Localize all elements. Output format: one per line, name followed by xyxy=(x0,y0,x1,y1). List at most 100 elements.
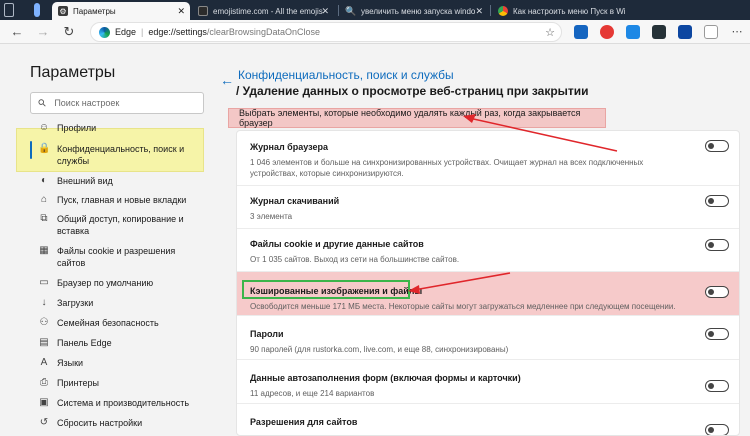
address-bar[interactable]: Edge | edge://settings/clearBrowsingData… xyxy=(90,22,562,42)
toggle-knob xyxy=(708,427,714,433)
sidebar-item-label: Сбросить настройки xyxy=(57,418,143,428)
settings-favicon-icon: ⚙ xyxy=(58,6,68,16)
search-input[interactable] xyxy=(54,98,185,108)
sidebar-item-reset[interactable]: ↺ Сбросить настройки xyxy=(38,417,198,429)
sidebar-item-edge-bar[interactable]: ▤ Панель Edge xyxy=(38,337,198,349)
row-desc: 11 адресов, и еще 214 вариантов xyxy=(250,389,375,398)
sidebar-item-label: Пуск, главная и новые вкладки xyxy=(57,195,187,205)
sidebar-item-label: Профили xyxy=(57,123,97,133)
sidebar-item-languages[interactable]: A Языки xyxy=(38,357,198,369)
emojistime-favicon-icon xyxy=(198,6,208,16)
reset-icon: ↺ xyxy=(39,417,49,428)
edge-logo-icon xyxy=(99,26,110,38)
sidebar-item-share[interactable]: ⧉ Общий доступ, копирование и вставка xyxy=(38,213,198,237)
tab-emojistime[interactable]: emojistime.com - All the emojis ✕ xyxy=(192,2,334,20)
toggle-knob xyxy=(708,331,714,337)
breadcrumb[interactable]: Конфиденциальность, поиск и службы xyxy=(238,68,454,82)
tab-label: emojistime.com - All the emojis xyxy=(213,6,323,16)
back-arrow-icon[interactable]: ← xyxy=(220,72,234,88)
extension-dark-icon[interactable] xyxy=(652,25,666,39)
close-icon[interactable]: ✕ xyxy=(321,6,329,17)
refresh-icon[interactable]: ↻ xyxy=(60,23,78,41)
sidebar-item-label: Браузер по умолчанию xyxy=(57,278,154,288)
sidebar-item-label: Загрузки xyxy=(57,298,94,308)
close-icon[interactable]: ✕ xyxy=(177,6,185,17)
shield-icon[interactable] xyxy=(574,25,588,39)
sidebar-item-label: Панель Edge xyxy=(57,338,112,348)
address-host: edge://settings xyxy=(148,27,207,37)
autofill-toggle[interactable] xyxy=(705,380,729,392)
row-title: Данные автозаполнения форм (включая форм… xyxy=(250,373,521,383)
tab-start-menu[interactable]: Как настроить меню Пуск в Wi xyxy=(492,2,632,20)
collections-icon[interactable] xyxy=(704,25,718,39)
sidebar-item-label: Система и производительность xyxy=(57,398,190,408)
address-scheme: Edge xyxy=(115,27,137,37)
tab-divider xyxy=(490,5,491,16)
tab-settings[interactable]: ⚙ Параметры ✕ xyxy=(52,2,190,20)
sidebar-item-label: Файлы cookie и разрешения сайтов xyxy=(57,246,176,268)
sidebar-item-label: Конфиденциальность, поиск и службы xyxy=(57,144,185,166)
settings-search[interactable]: ⚲ xyxy=(30,92,204,114)
back-icon[interactable]: ← xyxy=(8,23,26,41)
sidebar-item-default-browser[interactable]: ▭ Браузер по умолчанию xyxy=(38,277,198,289)
downloads-toggle[interactable] xyxy=(705,195,729,207)
extension-navy-icon[interactable] xyxy=(678,25,692,39)
tab-label: Параметры xyxy=(73,6,116,16)
chrome-favicon-icon xyxy=(498,6,508,16)
workspaces-icon[interactable] xyxy=(4,3,14,17)
toggle-knob xyxy=(708,289,714,295)
panel-icon: ▤ xyxy=(39,337,49,348)
page-title: / Удаление данных о просмотре веб-страни… xyxy=(236,84,589,98)
passwords-toggle[interactable] xyxy=(705,328,729,340)
instruction-text: Выбрать элементы, которые необходимо уда… xyxy=(239,108,581,128)
active-indicator xyxy=(30,141,32,159)
tab-search[interactable]: 🔍 увеличить меню запуска windo ✕ xyxy=(340,2,488,20)
list-item-passwords: Пароли 90 паролей (для rustorka.com, liv… xyxy=(237,316,739,360)
sidebar-item-printers[interactable]: ⎙ Принтеры xyxy=(38,377,198,389)
more-icon[interactable]: ⋯ xyxy=(728,23,746,41)
language-icon: A xyxy=(40,357,48,368)
address-path: /clearBrowsingDataOnClose xyxy=(206,27,320,37)
row-desc: Освободится меньше 171 МБ места. Некотор… xyxy=(250,302,676,311)
sidebar-item-privacy[interactable]: 🔒 Конфиденциальность, поиск и службы xyxy=(38,143,198,167)
sidebar-item-label: Внешний вид xyxy=(57,176,113,186)
row-desc: 3 элемента xyxy=(250,212,293,221)
row-desc: 1 046 элементов и больше на синхронизиро… xyxy=(250,158,644,178)
permissions-toggle[interactable] xyxy=(705,424,729,435)
close-icon[interactable]: ✕ xyxy=(475,6,483,17)
toggle-knob xyxy=(708,143,714,149)
history-toggle[interactable] xyxy=(705,140,729,152)
instruction-banner: Выбрать элементы, которые необходимо уда… xyxy=(228,108,606,128)
download-icon: ↓ xyxy=(41,297,47,308)
favorite-star-icon[interactable]: ☆ xyxy=(545,26,555,39)
cache-toggle[interactable] xyxy=(705,286,729,298)
extension-red-icon[interactable] xyxy=(600,25,614,39)
cookie-icon: ▦ xyxy=(39,245,49,256)
vertical-tabs-icon[interactable] xyxy=(34,3,40,17)
search-favicon-icon: 🔍 xyxy=(345,5,357,16)
cookies-toggle[interactable] xyxy=(705,239,729,251)
row-title: Разрешения для сайтов xyxy=(250,417,358,427)
sidebar-item-profiles[interactable]: ☺ Профили xyxy=(38,122,198,134)
toggle-knob xyxy=(708,242,714,248)
sidebar-item-appearance[interactable]: ◐ Внешний вид xyxy=(38,175,198,187)
tab-label: Как настроить меню Пуск в Wi xyxy=(513,6,626,16)
sidebar-item-label: Семейная безопасность xyxy=(57,318,159,328)
settings-title: Параметры xyxy=(30,64,116,81)
sidebar-item-start[interactable]: ⌂ Пуск, главная и новые вкладки xyxy=(38,194,198,206)
sidebar-item-family[interactable]: ⚇ Семейная безопасность xyxy=(38,317,198,329)
tab-strip: ⚙ Параметры ✕ emojistime.com - All the e… xyxy=(0,0,750,20)
row-desc: 90 паролей (для rustorka.com, live.com, … xyxy=(250,345,509,354)
tab-divider xyxy=(338,5,339,16)
sidebar-item-system[interactable]: ▣ Система и производительность xyxy=(38,397,198,409)
sidebar-item-downloads[interactable]: ↓ Загрузки xyxy=(38,297,198,309)
browser-icon: ▭ xyxy=(39,277,49,288)
forward-icon[interactable]: → xyxy=(34,23,52,41)
address-url: edge://settings/clearBrowsingDataOnClose xyxy=(148,27,320,37)
home-icon: ⌂ xyxy=(40,194,48,205)
sidebar-item-cookies[interactable]: ▦ Файлы cookie и разрешения сайтов xyxy=(38,245,198,269)
extension-blue-icon[interactable] xyxy=(626,25,640,39)
family-icon: ⚇ xyxy=(39,317,49,328)
row-title: Журнал скачиваний xyxy=(250,196,340,206)
search-icon: ⚲ xyxy=(36,96,50,110)
